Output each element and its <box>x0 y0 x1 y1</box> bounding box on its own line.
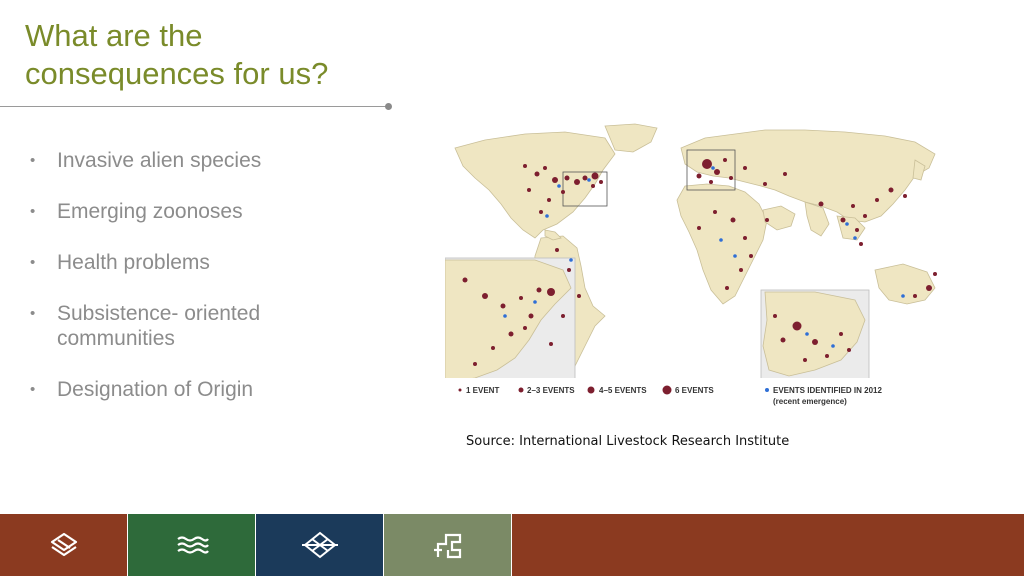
bullet-text: Emerging zoonoses <box>57 200 243 223</box>
footer-tile-3 <box>256 514 384 576</box>
legend-six-events: 6 EVENTS <box>675 386 714 395</box>
diamond-weave-icon <box>301 531 338 559</box>
title-divider-dot <box>385 103 392 110</box>
bullet-text: Designation of Origin <box>57 378 254 401</box>
footer-tile-4 <box>384 514 512 576</box>
legend-recent-emergence: (recent emergence) <box>773 397 847 406</box>
bullet-item: • Invasive alien species <box>30 149 262 172</box>
title-line-2: consequences for us? <box>25 56 329 91</box>
source-caption: Source: International Livestock Research… <box>466 434 790 449</box>
legend-one-event: 1 EVENT <box>466 386 499 395</box>
footer-fill <box>512 514 1024 576</box>
title-line-1: What are the <box>25 18 203 53</box>
footer-tile-1 <box>0 514 128 576</box>
legend-four-five-events: 4–5 EVENTS <box>599 386 647 395</box>
bullet-text: Subsistence- oriented communities <box>57 302 261 350</box>
legend-events-2012: EVENTS IDENTIFIED IN 2012 <box>773 386 882 395</box>
bullet-item: • Health problems <box>30 251 210 274</box>
legend-two-three-events: 2–3 EVENTS <box>527 386 575 395</box>
layers-chevron-icon <box>50 532 77 557</box>
slide-title: What are the consequences for us? <box>25 17 445 93</box>
footer-tile-2 <box>128 514 256 576</box>
bullet-item: • Designation of Origin <box>30 378 254 401</box>
bullet-list: • Invasive alien species • Emerging zoonos… <box>30 148 360 428</box>
waves-icon <box>176 536 209 554</box>
footer-bar <box>0 514 1024 576</box>
world-map-image: 1 EVENT 2–3 EVENTS 4–5 EVENTS 6 EVENTS E… <box>445 120 957 408</box>
maze-icon <box>433 533 461 559</box>
bullet-item: • Subsistence- oriented communities <box>30 302 261 350</box>
bullet-text: Invasive alien species <box>57 149 262 172</box>
title-divider <box>0 106 388 107</box>
bullet-text: Health problems <box>57 251 210 274</box>
bullet-item: • Emerging zoonoses <box>30 200 243 223</box>
